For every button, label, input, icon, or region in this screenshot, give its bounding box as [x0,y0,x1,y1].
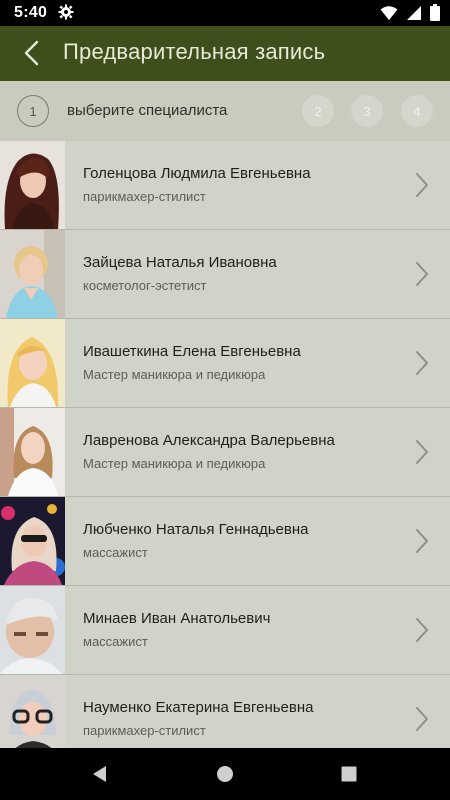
specialist-name: Любченко Наталья Геннадьевна [83,521,309,538]
back-triangle-icon [93,766,106,782]
step-4-indicator: 4 [401,95,433,127]
gear-icon [58,4,74,25]
specialist-photo [0,319,65,407]
specialist-row[interactable]: Голенцова Людмила Евгеньевна парикмахер-… [0,141,450,230]
specialist-photo [0,586,65,674]
step-2-indicator: 2 [302,95,334,127]
status-bar: 5:40 [0,0,450,26]
specialist-row[interactable]: Зайцева Наталья Ивановна косметолог-эсте… [0,230,450,319]
chevron-right-icon [416,529,428,553]
step-1-indicator: 1 [17,95,49,127]
nav-back-button[interactable] [88,762,112,786]
page-title: Предварительная запись [63,39,326,64]
specialist-list: Голенцова Людмила Евгеньевна парикмахер-… [0,141,450,748]
specialist-name: Ивашеткина Елена Евгеньевна [83,343,301,360]
status-icons [380,4,440,26]
specialist-role: Мастер маникюра и педикюра [83,456,266,471]
battery-icon [430,4,440,26]
specialist-name: Науменко Екатерина Евгеньевна [83,699,314,716]
specialist-name: Минаев Иван Анатольевич [83,610,271,627]
chevron-right-icon [416,351,428,375]
step-3-indicator: 3 [351,95,383,127]
steps-bar: 1 выберите специалиста 2 3 4 [0,81,450,141]
chevron-right-icon [416,707,428,731]
status-time: 5:40 [14,4,48,21]
specialist-row[interactable]: Любченко Наталья Геннадьевна массажист [0,497,450,586]
specialist-name: Голенцова Людмила Евгеньевна [83,165,311,182]
specialist-name: Лавренова Александра Валерьевна [83,432,335,449]
specialist-photo [0,497,65,585]
home-circle-icon [217,766,233,782]
specialist-role: косметолог-эстетист [83,278,207,293]
specialist-photo [0,230,65,318]
system-nav-bar [0,748,450,800]
specialist-photo [0,141,65,229]
nav-recents-button[interactable] [337,762,361,786]
specialist-role: парикмахер-стилист [83,189,206,204]
nav-home-button[interactable] [213,762,237,786]
specialist-photo [0,675,65,748]
recents-square-icon [341,766,357,782]
specialist-role: парикмахер-стилист [83,723,206,738]
specialist-row[interactable]: Минаев Иван Анатольевич массажист [0,586,450,675]
chevron-right-icon [416,440,428,464]
wifi-icon [380,5,398,26]
back-button[interactable] [18,39,46,67]
specialist-role: массажист [83,634,148,649]
app-bar: Предварительная запись [0,26,450,81]
specialist-photo [0,408,65,496]
specialist-name: Зайцева Наталья Ивановна [83,254,277,271]
chevron-right-icon [416,173,428,197]
chevron-right-icon [416,262,428,286]
signal-icon [406,5,422,26]
step-label: выберите специалиста [67,102,228,119]
specialist-role: массажист [83,545,148,560]
chevron-right-icon [416,618,428,642]
back-arrow-icon [24,40,39,66]
specialist-row[interactable]: Науменко Екатерина Евгеньевна парикмахер… [0,675,450,748]
specialist-row[interactable]: Лавренова Александра Валерьевна Мастер м… [0,408,450,497]
specialist-row[interactable]: Ивашеткина Елена Евгеньевна Мастер маник… [0,319,450,408]
specialist-role: Мастер маникюра и педикюра [83,367,266,382]
